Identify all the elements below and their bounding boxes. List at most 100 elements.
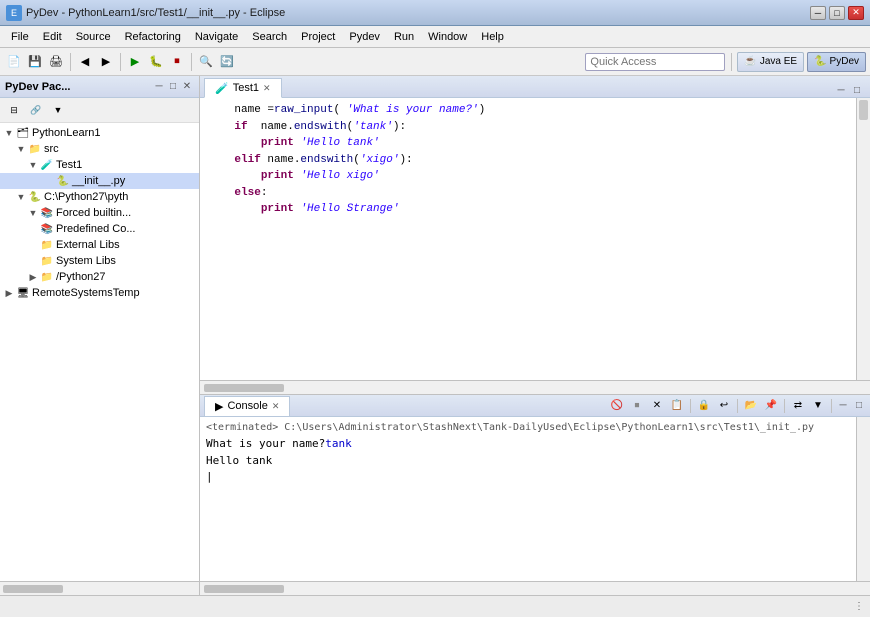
console-switch-button[interactable]: ⇄ [789, 397, 807, 415]
toolbar: 📄 💾 🖨 ◀ ▶ ▶ 🐛 ⏹ 🔍 🔄 ☕ Java EE 🐍 PyDev [0, 48, 870, 76]
menu-refactoring[interactable]: Refactoring [118, 29, 188, 45]
menu-help[interactable]: Help [474, 29, 511, 45]
forward-button[interactable]: ▶ [96, 52, 116, 72]
console-menu-button[interactable]: ▼ [809, 397, 827, 415]
menu-project[interactable]: Project [294, 29, 342, 45]
print-button[interactable]: 🖨 [46, 52, 66, 72]
toggle-icon [28, 224, 38, 234]
pydev-perspective-button[interactable]: 🐍 PyDev [807, 52, 866, 72]
editor-scrollbar-v[interactable] [856, 98, 870, 380]
menu-navigate[interactable]: Navigate [188, 29, 245, 45]
toggle-icon[interactable]: ▼ [16, 192, 26, 202]
tree-item-predefined[interactable]: 📚 Predefined Co... [0, 221, 199, 237]
editor-pane-minimize[interactable]: ─ [834, 83, 848, 97]
status-right: ⋮ [854, 601, 864, 612]
console-scrollbar-h[interactable] [200, 581, 870, 595]
maximize-button[interactable]: □ [829, 6, 845, 20]
tree-item-python27[interactable]: ▼ 🐍 C:\Python27\pyth [0, 189, 199, 205]
console-scrollbar-v[interactable] [856, 417, 870, 581]
package-explorer-tree[interactable]: ▼ 🗂 PythonLearn1 ▼ 📁 src ▼ 🧪 Test1 [0, 123, 199, 581]
run-button[interactable]: ▶ [125, 52, 145, 72]
console-stop-button[interactable]: ⏹ [628, 397, 646, 415]
scrollbar-thumb[interactable] [3, 585, 63, 593]
java-ee-perspective-button[interactable]: ☕ Java EE [737, 52, 804, 72]
left-panel-scrollbar-h[interactable] [0, 581, 199, 595]
tree-label: System Libs [56, 255, 116, 267]
editor-scrollbar-h[interactable] [200, 380, 870, 394]
tree-item-external[interactable]: 📁 External Libs [0, 237, 199, 253]
left-panel-close-button[interactable]: ✕ [180, 80, 194, 94]
folder-icon: 📁 [40, 270, 54, 284]
console-maximize-button[interactable]: □ [852, 399, 866, 413]
new-button[interactable]: 📄 [4, 52, 24, 72]
console-line-2: Hello tank [206, 453, 850, 470]
tree-label: C:\Python27\pyth [44, 191, 128, 203]
toggle-icon[interactable]: ▼ [28, 160, 38, 170]
toolbar-sep-qa [731, 53, 732, 71]
console-copy-button[interactable]: 📋 [668, 397, 686, 415]
left-panel-minimize-button[interactable]: ─ [152, 80, 166, 94]
tree-item-remote[interactable]: ▶ 🖥 RemoteSystemsTemp [0, 285, 199, 301]
debug-button[interactable]: 🐛 [146, 52, 166, 72]
menu-edit[interactable]: Edit [36, 29, 69, 45]
tree-item-src[interactable]: ▼ 📁 src [0, 141, 199, 157]
left-panel-maximize-button[interactable]: □ [166, 80, 180, 94]
collapse-all-button[interactable]: ⊟ [4, 100, 24, 120]
menu-window[interactable]: Window [421, 29, 474, 45]
toggle-icon[interactable]: ▼ [28, 208, 38, 218]
console-remove-button[interactable]: ✕ [648, 397, 666, 415]
close-button[interactable]: ✕ [848, 6, 864, 20]
console-content[interactable]: <terminated> C:\Users\Administrator\Stas… [200, 417, 856, 581]
python-icon: 🐍 [28, 190, 42, 204]
console-minimize-button[interactable]: ─ [836, 399, 850, 413]
tree-item-init-py[interactable]: 🐍 __init__.py [0, 173, 199, 189]
console-clear-button[interactable]: 🚫 [608, 397, 626, 415]
stop-button[interactable]: ⏹ [167, 52, 187, 72]
menu-pydev[interactable]: Pydev [342, 29, 387, 45]
console-sep-3 [784, 399, 785, 413]
toggle-icon[interactable]: ▶ [28, 272, 38, 282]
back-button[interactable]: ◀ [75, 52, 95, 72]
menu-file[interactable]: File [4, 29, 36, 45]
tree-item-test1[interactable]: ▼ 🧪 Test1 [0, 157, 199, 173]
sync-button[interactable]: 🔄 [217, 52, 237, 72]
tree-item-pythonlearn1[interactable]: ▼ 🗂 PythonLearn1 [0, 125, 199, 141]
editor-pane: 🧪 Test1 ✕ ─ □ name =raw_input( 'What is … [200, 76, 870, 395]
menu-run[interactable]: Run [387, 29, 421, 45]
console-tab[interactable]: ▶ Console ✕ [204, 396, 290, 416]
editor-content[interactable]: name =raw_input( 'What is your name?') i… [200, 98, 856, 380]
code-line-6: else: [208, 185, 848, 202]
status-bar: ⋮ [0, 595, 870, 617]
console-pin-button[interactable]: 📌 [762, 397, 780, 415]
quick-access-input[interactable] [585, 53, 725, 71]
scrollbar-thumb[interactable] [204, 585, 284, 593]
tree-item-system[interactable]: 📁 System Libs [0, 253, 199, 269]
minimize-button[interactable]: ─ [810, 6, 826, 20]
tree-item-python27-dir[interactable]: ▶ 📁 /Python27 [0, 269, 199, 285]
console-open-file-button[interactable]: 📂 [742, 397, 760, 415]
scrollbar-thumb[interactable] [204, 384, 284, 392]
tree-menu-button[interactable]: ▼ [48, 100, 68, 120]
search-tb-button[interactable]: 🔍 [196, 52, 216, 72]
lib-icon: 📚 [40, 222, 54, 236]
toggle-icon[interactable]: ▶ [4, 288, 14, 298]
save-button[interactable]: 💾 [25, 52, 45, 72]
tree-label: Test1 [56, 159, 82, 171]
right-area: 🧪 Test1 ✕ ─ □ name =raw_input( 'What is … [200, 76, 870, 595]
menu-source[interactable]: Source [69, 29, 118, 45]
toggle-icon[interactable]: ▼ [16, 144, 26, 154]
editor-scrollbar-thumb[interactable] [859, 100, 868, 120]
editor-pane-maximize[interactable]: □ [850, 83, 864, 97]
menu-search[interactable]: Search [245, 29, 294, 45]
code-line-4: elif name.endswith('xigo'): [208, 152, 848, 169]
console-word-wrap[interactable]: ↩ [715, 397, 733, 415]
editor-tab-test1[interactable]: 🧪 Test1 ✕ [204, 78, 282, 98]
toggle-icon[interactable]: ▼ [4, 128, 14, 138]
link-editor-button[interactable]: 🔗 [26, 100, 46, 120]
console-scroll-lock[interactable]: 🔒 [695, 397, 713, 415]
tree-item-forced[interactable]: ▼ 📚 Forced builtin... [0, 205, 199, 221]
console-tab-close[interactable]: ✕ [272, 401, 280, 412]
toolbar-nav-group: ◀ ▶ [75, 52, 116, 72]
folder-icon: 📁 [40, 254, 54, 268]
editor-tab-close[interactable]: ✕ [263, 83, 271, 94]
